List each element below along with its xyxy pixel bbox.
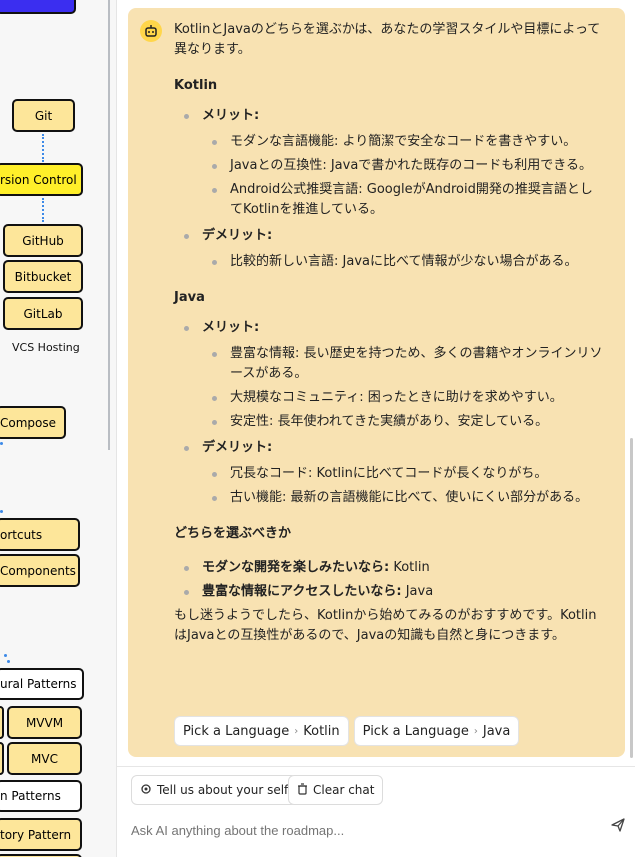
kotlin-pros-label: メリット: bbox=[202, 108, 260, 123]
chip-pick-language-java[interactable]: Pick a Language › Java bbox=[353, 716, 520, 746]
choose-heading: どちらを選ぶべきか bbox=[174, 526, 292, 541]
chat-scrollbar[interactable] bbox=[630, 438, 633, 758]
rec-label: 豊富な情報にアクセスしたいなら: bbox=[202, 584, 402, 599]
chevron-right-icon: › bbox=[294, 725, 299, 737]
message-content: KotlinとJavaのどちらを選ぶかは、あなたの学習スタイルや目標によって異な… bbox=[174, 20, 604, 646]
roadmap-node-version-control[interactable]: rsion Control bbox=[0, 163, 83, 196]
ask-ai-input[interactable] bbox=[131, 818, 601, 842]
clear-button-label: Clear chat bbox=[313, 783, 375, 797]
footer-divider bbox=[117, 766, 635, 767]
chip-right: Java bbox=[482, 723, 511, 739]
list-item: モダンな言語機能: より簡潔で安全なコードを書きやすい。 bbox=[212, 132, 604, 152]
java-cons-label: デメリット: bbox=[202, 440, 273, 455]
roadmap-node-git[interactable]: Git bbox=[12, 99, 75, 132]
recommendation-list: モダンな開発を楽しみたいなら: Kotlin 豊富な情報にアクセスしたいなら: … bbox=[174, 558, 604, 602]
roadmap-node-left-stub-2[interactable] bbox=[0, 742, 4, 775]
roadmap-canvas[interactable]: Git rsion Control GitHub Bitbucket GitLa… bbox=[0, 0, 116, 857]
java-pros-label: メリット: bbox=[202, 320, 260, 335]
roadmap-node-architectural-patterns[interactable]: ural Patterns bbox=[0, 668, 84, 700]
list-item: 安定性: 長年使われてきた実績があり、安定している。 bbox=[212, 412, 604, 432]
list-item: モダンな開発を楽しみたいなら: Kotlin bbox=[184, 558, 604, 578]
list-item: デメリット: 比較的新しい言語: Javaに比べて情報が少ない場合がある。 bbox=[184, 226, 604, 272]
rec-value: Java bbox=[405, 584, 434, 599]
send-icon[interactable] bbox=[607, 814, 629, 836]
connector bbox=[7, 660, 10, 663]
roadmap-node-components[interactable]: Components bbox=[0, 554, 80, 587]
list-item: メリット: 豊富な情報: 長い歴史を持つため、多くの書籍やオンラインリソースがあ… bbox=[184, 318, 604, 432]
suggestion-chips: Pick a Language › Kotlin Pick a Language… bbox=[174, 716, 520, 746]
kotlin-list: メリット: モダンな言語機能: より簡潔で安全なコードを書きやすい。 Javaと… bbox=[174, 106, 604, 272]
list-item: 豊富な情報: 長い歴史を持つため、多くの書籍やオンラインリソースがある。 bbox=[212, 344, 604, 384]
roadmap-node-mvvm[interactable]: MVVM bbox=[7, 706, 82, 739]
tell-button-label: Tell us about your self bbox=[157, 783, 289, 797]
list-item: 大規模なコミュニティ: 困ったときに助けを求めやすい。 bbox=[212, 388, 604, 408]
chip-right: Kotlin bbox=[303, 723, 340, 739]
ai-chat-panel: KotlinとJavaのどちらを選ぶかは、あなたの学習スタイルや目標によって異な… bbox=[116, 0, 635, 857]
java-list: メリット: 豊富な情報: 長い歴史を持つため、多くの書籍やオンラインリソースがあ… bbox=[174, 318, 604, 508]
list-item: 冗長なコード: Kotlinに比べてコードが長くなりがち。 bbox=[212, 464, 604, 484]
roadmap-node-shortcuts[interactable]: ortcuts bbox=[0, 518, 80, 551]
connector bbox=[42, 134, 44, 162]
chip-pick-language-kotlin[interactable]: Pick a Language › Kotlin bbox=[174, 716, 349, 746]
roadmap-node-mvc[interactable]: MVC bbox=[7, 742, 82, 775]
roadmap-node-design-patterns[interactable]: n Patterns bbox=[0, 780, 82, 812]
chip-left: Pick a Language bbox=[183, 723, 290, 739]
list-item: 比較的新しい言語: Javaに比べて情報が少ない場合がある。 bbox=[212, 252, 604, 272]
roadmap-label-vcs-hosting: VCS Hosting bbox=[12, 341, 80, 354]
roadmap-divider bbox=[108, 0, 110, 450]
connector bbox=[42, 198, 44, 222]
rec-value: Kotlin bbox=[393, 560, 430, 575]
list-item: デメリット: 冗長なコード: Kotlinに比べてコードが長くなりがち。 古い機… bbox=[184, 438, 604, 508]
kotlin-cons-label: デメリット: bbox=[202, 228, 273, 243]
connector bbox=[0, 442, 3, 445]
connector bbox=[4, 654, 7, 657]
roadmap-node-factory-pattern[interactable]: tory Pattern bbox=[0, 818, 82, 851]
gear-icon bbox=[140, 783, 152, 798]
java-heading: Java bbox=[174, 290, 205, 305]
roadmap-node-bitbucket[interactable]: Bitbucket bbox=[3, 260, 83, 293]
trash-icon bbox=[297, 782, 308, 798]
chip-left: Pick a Language bbox=[362, 723, 469, 739]
rec-label: モダンな開発を楽しみたいなら: bbox=[202, 560, 390, 575]
roadmap-node-left-stub-1[interactable] bbox=[0, 706, 4, 739]
kotlin-heading: Kotlin bbox=[174, 78, 218, 93]
list-item: 豊富な情報にアクセスしたいなら: Java bbox=[184, 582, 604, 602]
intro-text: KotlinとJavaのどちらを選ぶかは、あなたの学習スタイルや目標によって異な… bbox=[174, 22, 601, 57]
connector bbox=[0, 510, 3, 513]
tell-about-yourself-button[interactable]: Tell us about your self bbox=[131, 775, 298, 805]
assistant-message: KotlinとJavaのどちらを選ぶかは、あなたの学習スタイルや目標によって異な… bbox=[128, 8, 625, 757]
roadmap-node-compose[interactable]: Compose bbox=[0, 406, 66, 439]
roadmap-node-github[interactable]: GitHub bbox=[3, 224, 83, 257]
list-item: Android公式推奨言語: GoogleがAndroid開発の推奨言語としてK… bbox=[212, 180, 604, 220]
closing-text: もし迷うようでしたら、Kotlinから始めてみるのがおすすめです。Kotlinは… bbox=[174, 608, 597, 643]
list-item: メリット: モダンな言語機能: より簡潔で安全なコードを書きやすい。 Javaと… bbox=[184, 106, 604, 220]
chevron-right-icon: › bbox=[473, 725, 478, 737]
clear-chat-button[interactable]: Clear chat bbox=[288, 775, 384, 805]
roadmap-node-gitlab[interactable]: GitLab bbox=[3, 297, 83, 330]
roadmap-node-top[interactable] bbox=[0, 0, 76, 14]
list-item: Javaとの互換性: Javaで書かれた既存のコードも利用できる。 bbox=[212, 156, 604, 176]
bot-icon bbox=[140, 20, 162, 42]
list-item: 古い機能: 最新の言語機能に比べて、使いにくい部分がある。 bbox=[212, 488, 604, 508]
